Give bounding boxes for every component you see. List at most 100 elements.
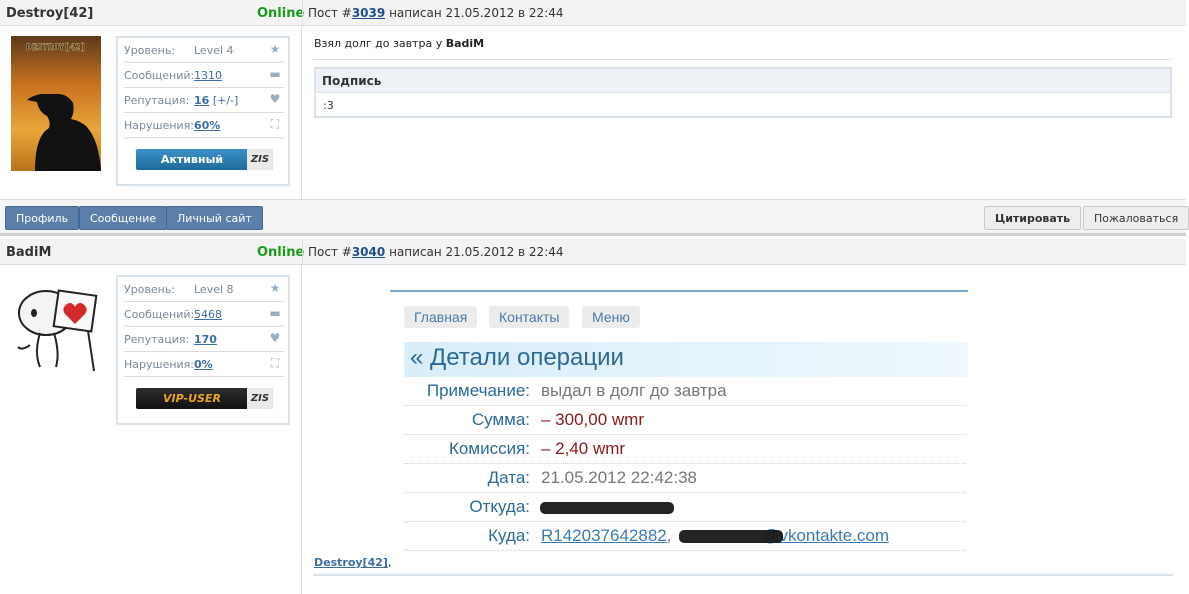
level-value: Level 8 [194, 283, 234, 296]
post-number-link[interactable]: 3039 [352, 6, 385, 20]
messages-count-link[interactable]: 5468 [194, 308, 222, 321]
reputation-link[interactable]: 170 [194, 333, 217, 346]
op-value: выдал в долг до завтра [541, 381, 727, 400]
op-value: 21.05.2012 22:42:38 [541, 468, 697, 487]
avatar-heart-image [10, 275, 102, 385]
level-label: Уровень: [124, 283, 176, 296]
messages-count-link[interactable]: 1310 [194, 69, 222, 82]
op-key: Дата: [487, 468, 530, 487]
report-button[interactable]: Пожаловаться [1083, 206, 1189, 230]
op-key: Комиссия: [449, 439, 530, 458]
avatar[interactable]: DESTROY[42] [11, 36, 101, 171]
reply-suffix: , [387, 556, 392, 569]
quote-button[interactable]: Цитировать [984, 206, 1082, 230]
level-label: Уровень: [124, 44, 176, 57]
level-value: Level 4 [194, 44, 234, 57]
op-row-amount: Сумма: – 300,00 wmr [404, 406, 966, 435]
post-label: Пост # [308, 245, 352, 259]
nav-home[interactable]: Главная [404, 306, 478, 328]
op-value: – 2,40 wmr [541, 439, 626, 458]
post-label: Пост # [308, 6, 352, 20]
op-row-date: Дата: 21.05.2012 22:42:38 [404, 464, 966, 493]
op-key: Откуда: [469, 497, 530, 516]
author-name[interactable]: Destroy[42] [6, 6, 93, 21]
violations-label: Нарушения: [124, 119, 195, 132]
wallet-link[interactable]: R142037642882 [541, 526, 667, 545]
reply-user-link[interactable]: Destroy[42] [314, 556, 388, 569]
violations-label: Нарушения: [124, 358, 195, 371]
signature-block: Подпись :3 [314, 67, 1172, 118]
redaction-scribble [540, 502, 674, 514]
signature-text: :3 [323, 99, 334, 112]
separator: , [666, 526, 677, 545]
op-key: Примечание: [426, 381, 530, 400]
redaction-scribble [679, 530, 783, 543]
column-divider [302, 239, 303, 264]
message-button[interactable]: Сообщение [79, 206, 168, 230]
divider [313, 574, 1173, 576]
column-divider [302, 0, 303, 25]
post-number-link[interactable]: 3040 [352, 245, 385, 259]
screenshot-top-line [390, 290, 968, 292]
reputation-row: Репутация: 16 [+/-] ♥ [124, 88, 284, 113]
messages-row: Сообщений: 1310 ▬ [124, 63, 284, 88]
op-key: Сумма: [471, 410, 530, 429]
op-key: Куда: [488, 526, 530, 545]
reputation-label: Репутация: [124, 333, 190, 346]
reputation-vote-link[interactable]: [+/-] [213, 94, 238, 107]
violations-link[interactable]: 0% [194, 358, 213, 371]
svg-text:DESTROY[42]: DESTROY[42] [26, 43, 86, 53]
post-meta: Пост #3039 написан 21.05.2012 в 22:44 [308, 6, 564, 20]
heart-icon: ♥ [269, 331, 281, 345]
status-badge-vip: VIP-USER ZIS [136, 388, 273, 409]
reputation-row: Репутация: 170 ♥ [124, 327, 284, 352]
online-status: Online [257, 6, 305, 21]
messages-label: Сообщений: [124, 69, 195, 82]
post-date: написан 21.05.2012 в 22:44 [389, 245, 564, 259]
level-row: Уровень: Level 4 ★ [124, 38, 284, 63]
post-date: написан 21.05.2012 в 22:44 [389, 6, 564, 20]
reputation-value: 16 [+/-] [194, 94, 238, 107]
mentioned-user: BadiM [445, 37, 485, 50]
violations-link[interactable]: 60% [194, 119, 220, 132]
author-panel: Уровень: Level 8 ★ Сообщений: 5468 ▬ Реп… [0, 265, 302, 594]
online-status: Online [257, 245, 305, 260]
post-text-prefix: Взял долг до завтра у [314, 37, 446, 50]
avatar-silhouette-image: DESTROY[42] [11, 36, 101, 171]
nav-menu[interactable]: Меню [582, 306, 640, 328]
badge-label: Активный [160, 153, 224, 166]
badge-tag: ZIS [247, 388, 273, 409]
avatar[interactable] [10, 275, 102, 385]
star-icon: ★ [269, 281, 281, 295]
messages-label: Сообщений: [124, 308, 195, 321]
website-button[interactable]: Личный сайт [166, 206, 263, 230]
user-info-box: Уровень: Level 4 ★ Сообщений: 1310 ▬ Реп… [116, 36, 290, 186]
post-3039: Destroy[42] Online Пост #3039 написан 21… [0, 0, 1189, 236]
nav-contacts[interactable]: Контакты [489, 306, 570, 328]
speech-bubble-icon: ▬ [269, 67, 281, 81]
speech-bubble-icon: ▬ [269, 306, 281, 320]
post-meta: Пост #3040 написан 21.05.2012 в 22:44 [308, 245, 564, 259]
divider [313, 59, 1173, 60]
heart-icon: ♥ [269, 92, 281, 106]
star-icon: ★ [269, 42, 281, 56]
badge-tag: ZIS [247, 149, 273, 170]
op-row-note: Примечание: выдал в долг до завтра [404, 377, 966, 406]
violations-row: Нарушения: 0% ⛶ [124, 352, 284, 377]
op-row-from: Откуда: [404, 493, 966, 522]
profile-button[interactable]: Профиль [5, 206, 80, 230]
level-row: Уровень: Level 8 ★ [124, 277, 284, 302]
post-header: BadiM Online Пост #3040 написан 21.05.20… [0, 239, 1186, 265]
operation-title: « Детали операции [404, 342, 968, 377]
reply-mention: Destroy[42], [314, 556, 391, 569]
author-name[interactable]: BadiM [6, 245, 51, 260]
post-action-bar: Профиль Сообщение Личный сайт Цитировать… [0, 199, 1189, 236]
violations-row: Нарушения: 60% ⛶ [124, 113, 284, 138]
reputation-link[interactable]: 16 [194, 94, 209, 107]
embedded-screenshot: Главная Контакты Меню « Детали операции … [390, 290, 968, 558]
user-info-box: Уровень: Level 8 ★ Сообщений: 5468 ▬ Реп… [116, 275, 290, 425]
expand-icon: ⛶ [270, 117, 280, 131]
expand-icon: ⛶ [270, 356, 280, 370]
post-3040: BadiM Online Пост #3040 написан 21.05.20… [0, 239, 1186, 594]
op-row-to: Куда: R142037642882, @vkontakte.com [404, 522, 966, 551]
